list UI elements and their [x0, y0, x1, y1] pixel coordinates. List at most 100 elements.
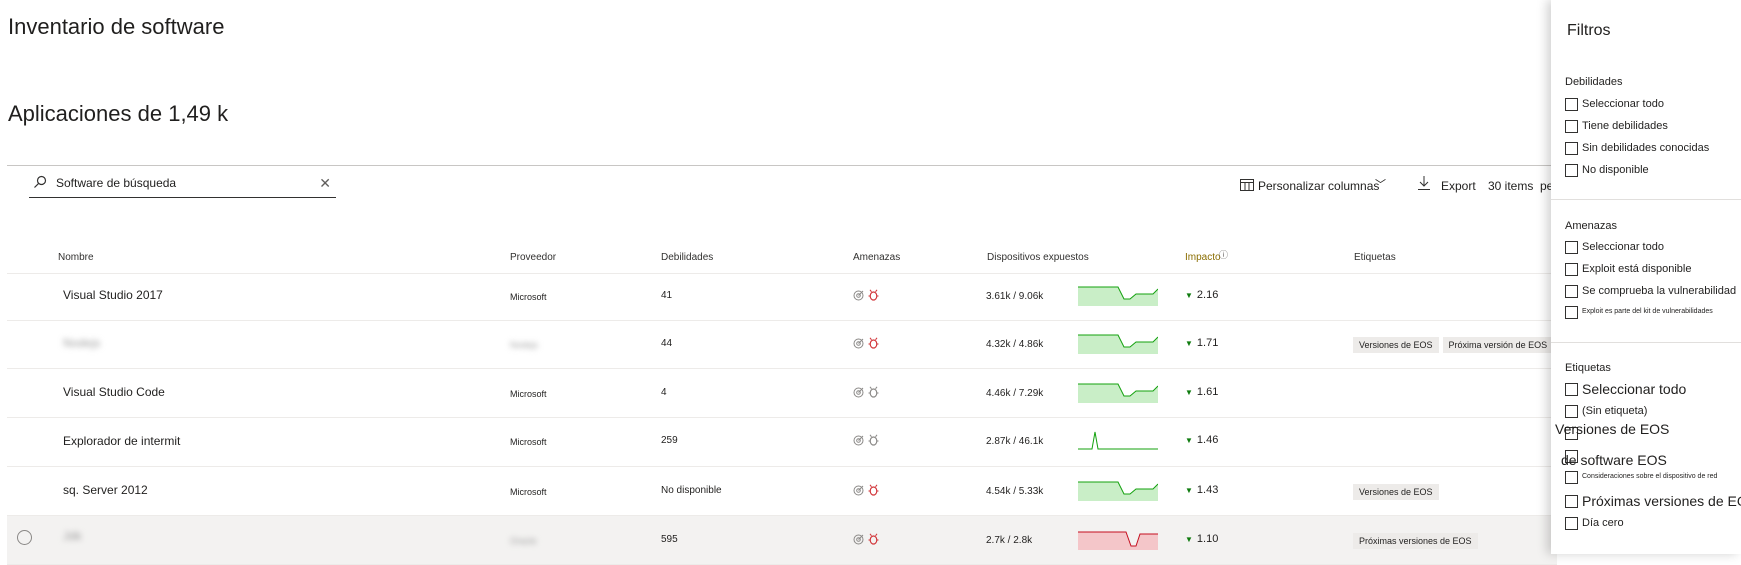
weaknesses-cell: 4	[661, 387, 667, 398]
row-select-radio[interactable]	[17, 530, 32, 545]
checkbox-label: (Sin etiqueta)	[1582, 405, 1648, 417]
table-row[interactable]: Visual Studio Code Microsoft 4 4.46k / 7.2…	[7, 369, 1557, 418]
trend-down-icon: ▼	[1185, 388, 1193, 397]
exposed-devices-cell: 2.7k / 2.8k	[986, 535, 1033, 546]
checkbox-label: Sin debilidades conocidas	[1582, 142, 1710, 154]
checkbox-box[interactable]	[1565, 495, 1578, 508]
table-row[interactable]: Explorador de intermit Microsoft 259 2.87k…	[7, 418, 1557, 467]
exploit-icon	[853, 385, 864, 402]
exposed-devices-cell: 3.61k / 9.06k	[986, 291, 1044, 302]
impact-cell: ▼ 1.61	[1185, 386, 1218, 398]
exploit-icon	[853, 288, 864, 305]
impact-value: 2.16	[1196, 289, 1219, 301]
exposed-devices-cell: 4.46k / 7.29k	[986, 388, 1044, 399]
impact-value: 1.10	[1196, 533, 1219, 545]
column-header-impact[interactable]: Impacto	[1185, 252, 1221, 263]
export-button[interactable]: Export	[1441, 179, 1476, 193]
checkbox-box[interactable]	[1565, 120, 1578, 133]
customize-columns-button[interactable]: Personalizar columnas	[1258, 179, 1379, 193]
table-row[interactable]: Visual Studio 2017 Microsoft 41 3.61k / 9.…	[7, 272, 1557, 321]
exposure-trend-sparkline	[1078, 382, 1159, 408]
trend-down-icon: ▼	[1185, 486, 1193, 495]
checkbox-label: Consideraciones sobre el dispositivo de …	[1582, 473, 1718, 480]
impact-cell: ▼ 2.16	[1185, 289, 1218, 301]
exposure-trend-sparkline	[1078, 430, 1158, 456]
exposure-trend-sparkline	[1078, 285, 1159, 311]
column-header-weaknesses[interactable]: Debilidades	[661, 252, 713, 263]
threat-bug-icon	[868, 385, 879, 402]
applications-count-title: Aplicaciones de 1,49 k	[8, 101, 229, 126]
software-name-link[interactable]: Jdk	[63, 529, 82, 543]
checkbox-box[interactable]	[1565, 142, 1578, 155]
checkbox-box[interactable]	[1565, 263, 1578, 276]
column-header-vendor[interactable]: Proveedor	[510, 252, 556, 263]
vendor-cell: Microsoft	[510, 292, 547, 302]
tags-cell: Versiones de EOS	[1353, 482, 1443, 500]
trend-down-icon: ▼	[1185, 291, 1193, 300]
column-header-exposed-devices[interactable]: Dispositivos expuestos	[987, 252, 1089, 263]
checkbox-box[interactable]	[1565, 471, 1578, 484]
checkbox-box[interactable]	[1565, 241, 1578, 254]
chevron-down-icon[interactable]: ﹀	[1375, 176, 1386, 192]
table-row[interactable]: Nodejs Nodejs 44 4.32k / 4.86k ▼ 1.71 Version…	[7, 320, 1562, 369]
table-row[interactable]: sq. Server 2012 Microsoft No disponible 4.…	[7, 467, 1557, 516]
checkbox-label: Tiene debilidades	[1582, 120, 1668, 132]
table-row[interactable]: Jdk Oracle 595 2.7k / 2.8k ▼ 1.10 Próximas ve…	[7, 516, 1557, 565]
vendor-cell: Microsoft	[510, 487, 547, 497]
column-header-tags[interactable]: Etiquetas	[1354, 252, 1396, 263]
download-icon	[1418, 176, 1430, 193]
checkbox-box[interactable]	[1565, 383, 1578, 396]
panel-divider	[1551, 199, 1741, 200]
column-header-name[interactable]: Nombre	[58, 252, 94, 263]
software-name-link[interactable]: Visual Studio 2017	[63, 288, 163, 302]
tags-cell: Próximas versiones de EOS	[1353, 531, 1482, 549]
software-name-link[interactable]: Nodejs	[63, 336, 100, 350]
checkbox-box[interactable]	[1565, 285, 1578, 298]
items-per-page[interactable]: 30 items	[1488, 179, 1533, 193]
search-box[interactable]: Software de búsqueda ✕	[29, 173, 336, 198]
vendor-cell: Microsoft	[510, 437, 547, 447]
weaknesses-cell: No disponible	[661, 485, 722, 496]
software-name-link[interactable]: Visual Studio Code	[63, 385, 165, 399]
checkbox-box[interactable]	[1565, 98, 1578, 111]
threat-bug-icon	[868, 288, 879, 305]
checkbox-label: Exploit es parte del kit de vulnerabilid…	[1582, 308, 1713, 315]
vendor-cell: Microsoft	[510, 389, 547, 399]
page-title: Inventario de software	[8, 14, 225, 39]
trend-down-icon: ▼	[1185, 339, 1193, 348]
threats-cell	[853, 336, 879, 354]
info-icon[interactable]: ⓘ	[1219, 248, 1228, 261]
checkbox-box[interactable]	[1565, 517, 1578, 530]
customize-columns-icon[interactable]	[1240, 179, 1254, 194]
exposed-devices-cell: 4.54k / 5.33k	[986, 486, 1044, 497]
threats-cell	[853, 532, 879, 550]
trend-down-icon: ▼	[1185, 535, 1193, 544]
column-header-threats[interactable]: Amenazas	[853, 252, 900, 263]
exploit-icon	[853, 532, 864, 549]
exposure-trend-sparkline	[1078, 480, 1159, 506]
exposed-devices-cell: 4.32k / 4.86k	[986, 339, 1044, 350]
filter-group-threats: Amenazas	[1565, 220, 1617, 232]
impact-value: 1.61	[1196, 386, 1219, 398]
checkbox-box[interactable]	[1565, 405, 1578, 418]
exploit-icon	[853, 336, 864, 353]
exposed-devices-cell: 2.87k / 46.1k	[986, 436, 1044, 447]
tags-cell: Versiones de EOSPróxima versión de EOSn	[1353, 335, 1562, 353]
exposure-trend-sparkline	[1078, 529, 1158, 555]
checkbox-label: Próximas versiones de EOS	[1582, 493, 1741, 509]
threats-cell	[853, 385, 879, 403]
threat-bug-icon	[868, 433, 879, 450]
threats-cell	[853, 433, 879, 451]
search-input[interactable]: Software de búsqueda	[56, 176, 176, 190]
impact-value: 1.43	[1196, 484, 1219, 496]
filter-group-tags: Etiquetas	[1565, 362, 1611, 374]
software-name-link[interactable]: Explorador de intermit	[63, 434, 180, 448]
checkbox-box[interactable]	[1565, 164, 1578, 177]
software-name-link[interactable]: sq. Server 2012	[63, 483, 148, 497]
checkbox-label: Se comprueba la vulnerabilidad	[1582, 285, 1737, 297]
checkbox-label: Seleccionar todo	[1582, 381, 1687, 397]
checkbox-box[interactable]	[1565, 306, 1578, 319]
filters-panel: Filtros Debilidades Seleccionar todo Tien…	[1551, 0, 1741, 554]
clear-search-icon[interactable]: ✕	[319, 175, 331, 192]
weaknesses-cell: 595	[661, 534, 678, 545]
